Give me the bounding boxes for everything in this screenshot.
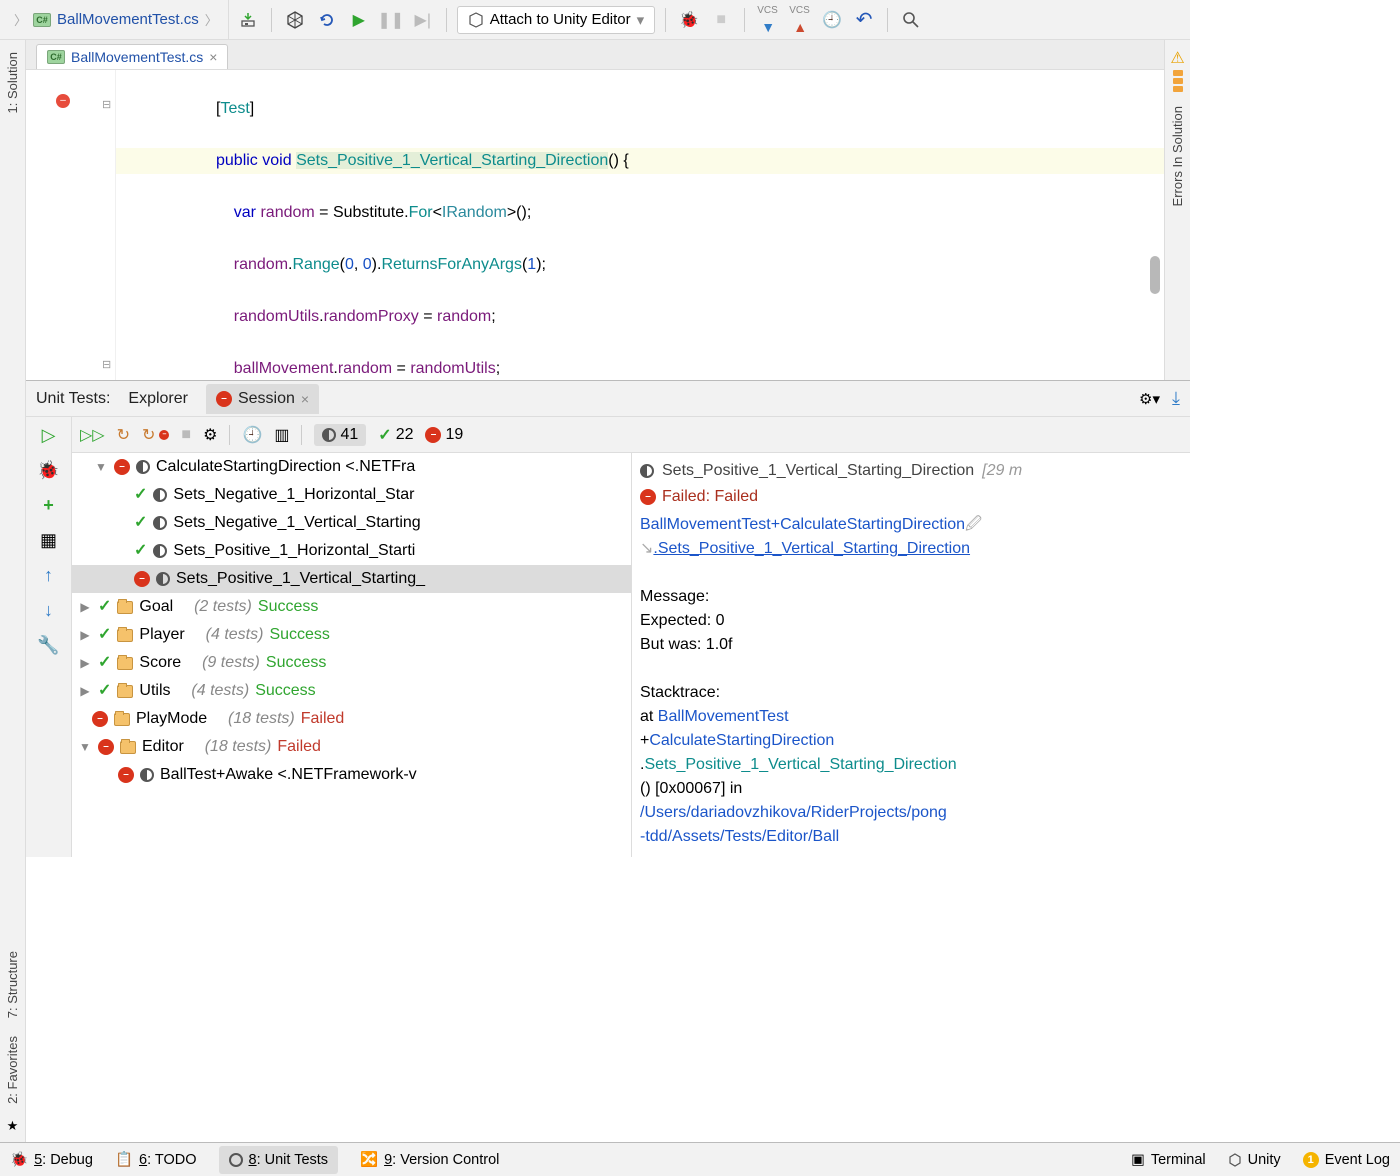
up-icon[interactable]: ↑ bbox=[44, 565, 53, 586]
stop-icon[interactable]: ■ bbox=[181, 426, 191, 444]
clock-icon[interactable]: 🕘 bbox=[242, 425, 262, 445]
code-area[interactable]: [[Test]Test] public void Sets_Positive_1… bbox=[116, 70, 1164, 380]
options-icon[interactable]: ⚙ bbox=[203, 425, 217, 445]
ut-content: ▷▷ ↻ ↻– ■ ⚙ 🕘 ▥ 41 ✓ 22 – 19 ▼– Calculat… bbox=[72, 417, 1190, 857]
separator bbox=[446, 8, 447, 32]
pause-icon[interactable]: ❚❚ bbox=[378, 7, 404, 33]
ut-title: Unit Tests: bbox=[36, 390, 110, 408]
bottom-left-rail: ★ 2: Favorites 7: Structure bbox=[0, 380, 26, 1142]
close-icon[interactable]: × bbox=[209, 49, 217, 65]
ut-tab-session[interactable]: – Session × bbox=[206, 384, 319, 414]
failed-icon: – bbox=[216, 391, 232, 407]
gutter: – ⊟ ⊟ bbox=[26, 70, 116, 380]
separator bbox=[744, 8, 745, 32]
right-tool-rail: ⚠ Errors In Solution bbox=[1164, 40, 1190, 380]
unit-tests-panel: Unit Tests: Explorer – Session × ⚙▾ ⤓ ▷ … bbox=[26, 380, 1190, 857]
ut-toolbar: ▷▷ ↻ ↻– ■ ⚙ 🕘 ▥ 41 ✓ 22 – 19 bbox=[72, 417, 1190, 453]
csharp-file-icon: C# bbox=[47, 50, 65, 64]
test-tree[interactable]: ▼– CalculateStartingDirection <.NETFra ✓… bbox=[72, 453, 631, 857]
sb-unit-tests[interactable]: 8: Unit Tests bbox=[219, 1146, 339, 1174]
chevron-right-icon: 〉 bbox=[14, 10, 27, 29]
editor-tab[interactable]: C# BallMovementTest.cs × bbox=[36, 44, 228, 69]
debug-icon[interactable]: 🐞 bbox=[676, 7, 702, 33]
down-icon[interactable]: ↓ bbox=[44, 600, 53, 621]
structure-tool[interactable]: 7: Structure bbox=[5, 947, 20, 1022]
build-icon[interactable] bbox=[235, 7, 261, 33]
separator bbox=[665, 8, 666, 32]
breakpoint-icon[interactable]: – bbox=[56, 94, 70, 108]
solution-tool[interactable]: 1: Solution bbox=[5, 48, 20, 117]
code-editor[interactable]: – ⊟ ⊟ [[Test]Test] public void Sets_Posi… bbox=[26, 70, 1164, 380]
breadcrumb-file: BallMovementTest.cs bbox=[57, 11, 199, 28]
ut-tab-explorer[interactable]: Explorer bbox=[128, 390, 188, 408]
sb-event-log[interactable]: 1 Event Log bbox=[1303, 1152, 1390, 1168]
favorites-star-icon[interactable]: ★ bbox=[7, 1118, 19, 1134]
run-icon[interactable]: ▷ bbox=[42, 425, 56, 446]
separator bbox=[271, 8, 272, 32]
ut-split: ▼– CalculateStartingDirection <.NETFra ✓… bbox=[72, 453, 1190, 857]
breadcrumb[interactable]: 〉 C# BallMovementTest.cs 〉 bbox=[4, 0, 229, 39]
rerun-failed-icon[interactable]: ↻– bbox=[142, 425, 169, 445]
wrench-icon[interactable]: 🔧 bbox=[37, 635, 59, 656]
filter-all[interactable]: 41 bbox=[314, 424, 366, 446]
ut-body: ▷ 🐞 + ▦ ↑ ↓ 🔧 ▷▷ ↻ ↻– ■ ⚙ 🕘 ▥ 41 ✓ 22 – … bbox=[26, 417, 1190, 857]
history-icon[interactable]: 🕘 bbox=[819, 7, 845, 33]
fold-icon[interactable]: ⊟ bbox=[102, 352, 111, 378]
top-toolbar: 〉 C# BallMovementTest.cs 〉 ▶ ❚❚ ▶| Attac… bbox=[0, 0, 1190, 40]
dropdown-icon: ▾ bbox=[637, 11, 645, 29]
sb-unity[interactable]: Unity bbox=[1228, 1152, 1281, 1168]
warning-icon[interactable]: ⚠ bbox=[1170, 48, 1184, 68]
ut-header: Unit Tests: Explorer – Session × ⚙▾ ⤓ bbox=[26, 381, 1190, 417]
run-all-icon[interactable]: ▷▷ bbox=[80, 425, 105, 445]
export-icon[interactable]: ⤓ bbox=[1172, 388, 1180, 409]
ut-left-toolbar: ▷ 🐞 + ▦ ↑ ↓ 🔧 bbox=[26, 417, 72, 857]
tab-label: BallMovementTest.cs bbox=[71, 49, 203, 65]
sb-debug[interactable]: 🐞 5: Debug bbox=[10, 1151, 93, 1168]
sb-terminal[interactable]: ▣ Terminal bbox=[1131, 1152, 1206, 1168]
unity-icon[interactable] bbox=[282, 7, 308, 33]
status-bar: 🐞 5: Debug 📋 6: TODO 8: Unit Tests 🔀 9: … bbox=[0, 1142, 1400, 1176]
undo-icon[interactable]: ↶ bbox=[851, 7, 877, 33]
run-config-selector[interactable]: Attach to Unity Editor ▾ bbox=[457, 6, 655, 34]
errors-tool[interactable]: Errors In Solution bbox=[1170, 102, 1185, 210]
main-area: 1: Solution C# BallMovementTest.cs × – ⊟… bbox=[0, 40, 1190, 380]
sb-vcs[interactable]: 🔀 9: Version Control bbox=[360, 1151, 499, 1168]
sb-todo[interactable]: 📋 6: TODO bbox=[115, 1151, 197, 1168]
separator bbox=[887, 8, 888, 32]
filter-pass[interactable]: ✓ 22 bbox=[378, 425, 413, 445]
chevron-right-icon: 〉 bbox=[205, 10, 218, 29]
test-details[interactable]: Sets_Positive_1_Vertical_Starting_Direct… bbox=[631, 453, 1190, 857]
editor-wrap: C# BallMovementTest.cs × – ⊟ ⊟ [[Test]Te… bbox=[26, 40, 1164, 380]
marker[interactable] bbox=[1173, 78, 1183, 84]
run-icon[interactable]: ▶ bbox=[346, 7, 372, 33]
close-icon[interactable]: × bbox=[301, 391, 309, 407]
add-icon[interactable]: + bbox=[43, 495, 54, 516]
fold-icon[interactable]: ⊟ bbox=[102, 92, 111, 118]
marker[interactable] bbox=[1173, 86, 1183, 92]
debug-icon[interactable]: 🐞 bbox=[37, 460, 59, 481]
vcs-commit-icon[interactable]: VCS ▲ bbox=[787, 7, 813, 33]
csharp-file-icon: C# bbox=[33, 13, 51, 27]
test-row-selected: – Sets_Positive_1_Vertical_Starting_ bbox=[72, 565, 631, 593]
marker[interactable] bbox=[1173, 70, 1183, 76]
filter-fail[interactable]: – 19 bbox=[425, 426, 463, 444]
layout-icon[interactable]: ▥ bbox=[274, 425, 289, 445]
left-tool-rail: 1: Solution bbox=[0, 40, 26, 380]
vcs-update-icon[interactable]: VCS ▼ bbox=[755, 7, 781, 33]
step-icon[interactable]: ▶| bbox=[410, 7, 436, 33]
stop-icon[interactable]: ■ bbox=[708, 7, 734, 33]
rerun-icon[interactable]: ↻ bbox=[117, 425, 130, 445]
settings-icon[interactable]: ⚙▾ bbox=[1139, 390, 1160, 408]
run-config-label: Attach to Unity Editor bbox=[490, 11, 631, 28]
search-icon[interactable] bbox=[898, 7, 924, 33]
grid-icon[interactable]: ▦ bbox=[40, 530, 57, 551]
favorites-tool[interactable]: 2: Favorites bbox=[5, 1032, 20, 1108]
refresh-icon[interactable] bbox=[314, 7, 340, 33]
scrollbar-thumb[interactable] bbox=[1150, 256, 1160, 294]
editor-tab-bar: C# BallMovementTest.cs × bbox=[26, 40, 1164, 70]
